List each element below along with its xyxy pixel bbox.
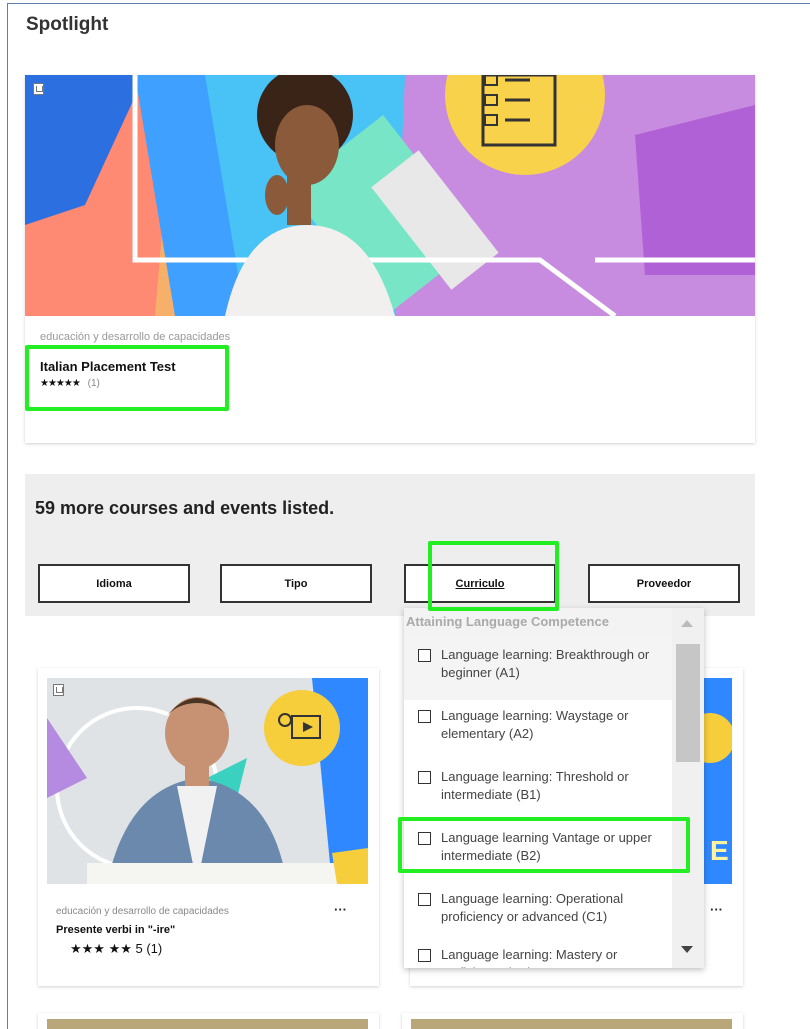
spotlight-course-card[interactable]: educación y desarrollo de capacidades It… (25, 75, 755, 443)
course-card[interactable]: educación y desarrollo de capacidades ··… (38, 668, 379, 986)
course-image[interactable] (47, 1019, 368, 1029)
course-image[interactable] (411, 1019, 732, 1029)
results-summary: 59 more courses and events listed. (35, 498, 335, 518)
checkbox[interactable] (418, 710, 431, 723)
dropdown-option-label: Language learning: Operational proficien… (441, 891, 624, 924)
filter-panel: 59 more courses and events listed. Idiom… (25, 474, 755, 616)
more-options-icon[interactable]: ··· (710, 902, 723, 917)
more-options-icon[interactable]: ··· (334, 902, 347, 917)
scrollbar-thumb[interactable] (676, 644, 700, 762)
checkbox[interactable] (418, 949, 431, 962)
star-rating: ★★★★★ (1) (40, 378, 100, 389)
course-title-link[interactable]: Italian Placement Test (40, 359, 176, 374)
filter-button-label: Proveedor (636, 577, 692, 590)
filter-button-curriculo[interactable]: Curriculo (404, 564, 556, 603)
bookmark-icon[interactable] (33, 83, 44, 95)
curriculo-dropdown[interactable]: Attaining Language Competence Language l… (404, 608, 704, 968)
dropdown-option[interactable]: Language learning: Threshold or intermed… (404, 760, 672, 822)
dropdown-option[interactable]: Language learning: Breakthrough or begin… (404, 638, 672, 700)
bookmark-icon[interactable] (53, 684, 64, 696)
filter-button-label: Tipo (284, 577, 308, 590)
dropdown-option[interactable]: Language learning: Mastery or proficienc… (404, 938, 672, 968)
svg-text:E: E (710, 835, 729, 866)
rating-count: (1) (87, 378, 100, 389)
dropdown-option-label: Language learning Vantage or upper inter… (441, 830, 652, 863)
checkbox[interactable] (418, 771, 431, 784)
star-rating: ★★★ ★★ 5 (1) (70, 941, 163, 956)
checkbox[interactable] (418, 832, 431, 845)
checkbox[interactable] (418, 893, 431, 906)
dropdown-option[interactable]: Language learning: Operational proficien… (404, 882, 672, 944)
dropdown-option[interactable]: Language learning: Waystage or elementar… (404, 699, 672, 761)
rating-stars: ★★★★★ (40, 378, 81, 389)
scroll-up-arrow-icon[interactable] (681, 620, 693, 627)
course-card[interactable] (38, 1013, 379, 1029)
course-image[interactable] (47, 678, 368, 884)
spotlight-course-image[interactable] (25, 75, 755, 316)
dropdown-option-label: Language learning: Mastery or proficienc… (441, 947, 618, 968)
dropdown-option[interactable]: Language learning Vantage or upper inter… (404, 821, 672, 883)
scroll-down-arrow-icon[interactable] (681, 946, 693, 953)
course-title-link[interactable]: Presente verbi in "-ire" (56, 924, 175, 936)
dropdown-option-label: Language learning: Threshold or intermed… (441, 769, 629, 802)
filter-button-proveedor[interactable]: Proveedor (588, 564, 740, 603)
dropdown-option-label: Language learning: Breakthrough or begin… (441, 647, 650, 680)
dropdown-group-header: Attaining Language Competence (404, 608, 672, 638)
course-card[interactable] (402, 1013, 743, 1029)
dropdown-option-label: Language learning: Waystage or elementar… (441, 708, 629, 741)
course-category: educación y desarrollo de capacidades (40, 331, 231, 343)
filter-button-idioma[interactable]: Idioma (38, 564, 190, 603)
checkbox[interactable] (418, 649, 431, 662)
spotlight-heading: Spotlight (26, 14, 109, 35)
filter-button-label: Idioma (96, 577, 132, 590)
dropdown-scrollbar[interactable] (672, 608, 704, 968)
filter-button-label: Curriculo (455, 577, 505, 590)
course-category: educación y desarrollo de capacidades (56, 906, 229, 917)
filter-button-tipo[interactable]: Tipo (220, 564, 372, 603)
